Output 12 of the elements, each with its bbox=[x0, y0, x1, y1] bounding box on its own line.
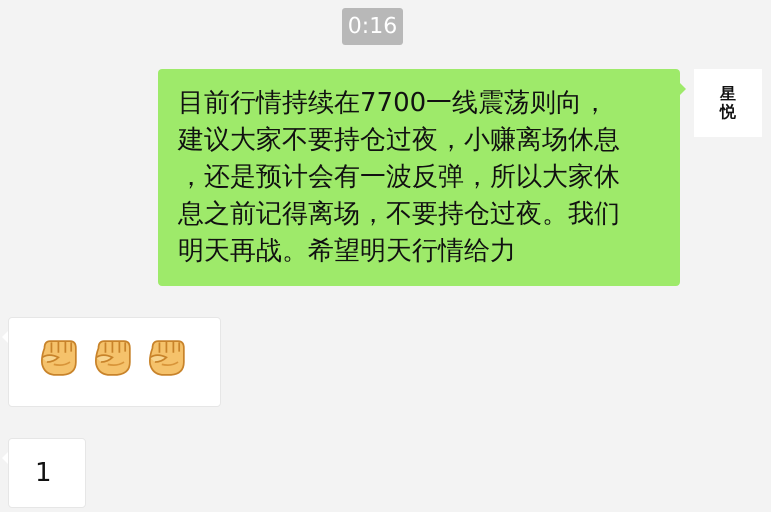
fist-icon bbox=[41, 340, 77, 376]
message-text-line: 目前行情持续在7700一线震荡则向， bbox=[178, 87, 610, 120]
message-text-line: 建议大家不要持仓过夜，小赚离场休息 bbox=[178, 124, 621, 157]
fist-icon bbox=[95, 340, 131, 376]
message-text-line: ，还是预计会有一波反弹，所以大家休 bbox=[178, 161, 621, 194]
message-text-line: 明天再战。希望明天行情给力 bbox=[178, 235, 517, 268]
message-text-line: 1 bbox=[35, 457, 52, 490]
timestamp: 0:16 bbox=[342, 8, 404, 45]
avatar[interactable]: 星悦 bbox=[694, 69, 762, 137]
message-text-line: 息之前记得离场，不要持仓过夜。我们 bbox=[178, 198, 621, 231]
fist-icon bbox=[149, 340, 185, 376]
avatar-logo-text: 星悦 bbox=[720, 85, 736, 121]
